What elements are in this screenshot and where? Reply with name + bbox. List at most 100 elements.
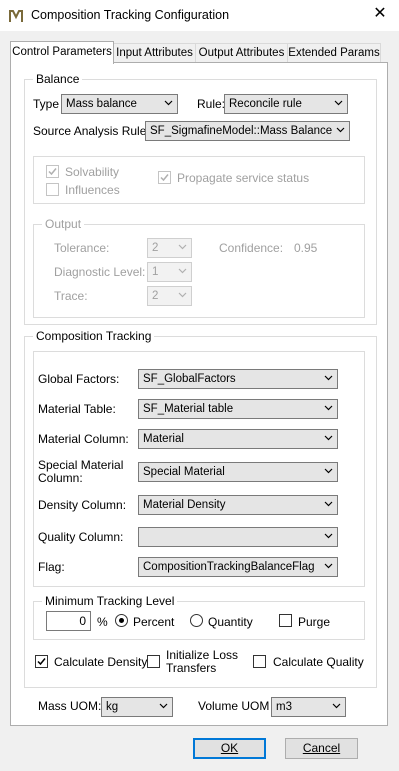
mass-uom-label: Mass UOM: bbox=[38, 699, 102, 713]
flag-value: CompositionTrackingBalanceFlag bbox=[143, 561, 315, 573]
purge-checkbox[interactable] bbox=[279, 614, 292, 627]
special-material-label: Special Material bbox=[38, 458, 124, 472]
density-column-label: Density Column: bbox=[38, 498, 127, 512]
tab-output-attributes[interactable]: Output Attributes bbox=[195, 43, 288, 63]
diagnostic-level-select[interactable]: 1 bbox=[147, 262, 192, 282]
trace-label: Trace: bbox=[54, 289, 88, 303]
material-table-label: Material Table: bbox=[38, 402, 116, 416]
rule-label: Rule: bbox=[197, 97, 226, 111]
calculate-quality-checkbox[interactable] bbox=[253, 655, 266, 668]
diagnostic-level-label: Diagnostic Level: bbox=[54, 265, 146, 279]
chevron-down-icon bbox=[159, 703, 168, 709]
quality-column-label: Quality Column: bbox=[38, 530, 124, 544]
influences-label: Influences bbox=[65, 183, 120, 197]
tolerance-select[interactable]: 2 bbox=[147, 238, 192, 258]
check-icon bbox=[37, 658, 46, 666]
chevron-down-icon bbox=[324, 501, 333, 507]
tab-extended-params[interactable]: Extended Params bbox=[287, 43, 381, 63]
type-label: Type bbox=[33, 97, 60, 111]
global-factors-select[interactable]: SF_GlobalFactors bbox=[138, 369, 338, 389]
tolerance-value: 2 bbox=[152, 242, 159, 254]
quality-column-select[interactable] bbox=[138, 527, 338, 547]
chevron-down-icon bbox=[178, 244, 187, 250]
confidence-value: 0.95 bbox=[294, 241, 318, 255]
propagate-checkbox[interactable] bbox=[158, 171, 171, 184]
special-material-select[interactable]: Special Material bbox=[138, 462, 338, 482]
volume-uom-value: m3 bbox=[276, 701, 292, 713]
volume-uom-select[interactable]: m3 bbox=[271, 697, 346, 717]
initialize-loss-label: Initialize Loss bbox=[166, 648, 239, 662]
percent-unit-label: % bbox=[97, 615, 108, 629]
rule-select[interactable]: Reconcile rule bbox=[224, 94, 348, 114]
chevron-down-icon bbox=[178, 268, 187, 274]
tolerance-label: Tolerance: bbox=[54, 241, 110, 255]
chevron-down-icon bbox=[324, 563, 333, 569]
radio-selected-dot bbox=[119, 618, 124, 623]
composition-tracking-group: Composition Tracking Global Factors: SF_… bbox=[24, 329, 377, 688]
composition-fields-subgroup: Global Factors: SF_GlobalFactors Materia… bbox=[33, 351, 365, 587]
calculate-quality-label: Calculate Quality bbox=[273, 655, 364, 669]
balance-legend: Balance bbox=[33, 72, 83, 86]
type-select[interactable]: Mass balance bbox=[61, 94, 178, 114]
quantity-label: Quantity bbox=[208, 615, 253, 629]
composition-tracking-legend: Composition Tracking bbox=[33, 329, 155, 343]
global-factors-value: SF_GlobalFactors bbox=[143, 373, 236, 385]
material-column-value: Material bbox=[143, 433, 184, 445]
tab-control-parameters[interactable]: Control Parameters bbox=[10, 41, 114, 64]
chevron-down-icon bbox=[324, 533, 333, 539]
solvability-checkbox[interactable] bbox=[46, 165, 59, 178]
material-table-value: SF_Material table bbox=[143, 403, 234, 415]
app-logo-icon bbox=[9, 10, 23, 22]
global-factors-label: Global Factors: bbox=[38, 372, 120, 386]
chevron-down-icon bbox=[334, 100, 343, 106]
chevron-down-icon bbox=[324, 405, 333, 411]
chevron-down-icon bbox=[178, 292, 187, 298]
cancel-button[interactable]: Cancel bbox=[285, 738, 358, 759]
tab-panel: Balance Type Mass balance Rule: Reconcil… bbox=[10, 62, 388, 726]
chevron-down-icon bbox=[164, 100, 173, 106]
cancel-button-label: Cancel bbox=[302, 741, 341, 755]
material-table-select[interactable]: SF_Material table bbox=[138, 399, 338, 419]
check-icon bbox=[160, 174, 169, 182]
material-column-label: Material Column: bbox=[38, 432, 129, 446]
minimum-tracking-level-input[interactable]: 0 bbox=[46, 611, 91, 631]
calculate-density-checkbox[interactable] bbox=[35, 655, 48, 668]
diagnostic-level-value: 1 bbox=[152, 266, 159, 278]
percent-radio[interactable] bbox=[115, 614, 128, 627]
initialize-loss-transfers-checkbox[interactable] bbox=[147, 655, 160, 668]
title-bar: Composition Tracking Configuration ✕ bbox=[0, 0, 399, 31]
close-icon: ✕ bbox=[373, 5, 387, 22]
quantity-radio[interactable] bbox=[190, 614, 203, 627]
calculate-density-label: Calculate Density bbox=[54, 655, 148, 669]
ok-button-label: OK bbox=[220, 741, 239, 755]
chevron-down-icon bbox=[324, 468, 333, 474]
output-legend: Output bbox=[42, 217, 85, 231]
source-analysis-rule-select[interactable]: SF_SigmafineModel::Mass Balance bbox=[145, 121, 350, 141]
tab-input-attributes[interactable]: Input Attributes bbox=[113, 43, 196, 63]
density-column-select[interactable]: Material Density bbox=[138, 495, 338, 515]
initialize-loss-label-line2: Transfers bbox=[166, 661, 217, 675]
output-group: Output Tolerance: 2 Confidence: 0.95 Dia… bbox=[33, 217, 365, 318]
rule-select-value: Reconcile rule bbox=[229, 98, 302, 110]
balance-group: Balance Type Mass balance Rule: Reconcil… bbox=[24, 72, 377, 325]
trace-select[interactable]: 2 bbox=[147, 286, 192, 306]
check-icon bbox=[48, 168, 57, 176]
mass-uom-select[interactable]: kg bbox=[101, 697, 173, 717]
chevron-down-icon bbox=[336, 127, 345, 133]
trace-value: 2 bbox=[152, 290, 159, 302]
material-column-select[interactable]: Material bbox=[138, 429, 338, 449]
influences-checkbox[interactable] bbox=[46, 183, 59, 196]
type-select-value: Mass balance bbox=[66, 98, 137, 110]
close-button[interactable]: ✕ bbox=[371, 5, 389, 23]
chevron-down-icon bbox=[332, 703, 341, 709]
flag-label: Flag: bbox=[38, 560, 65, 574]
percent-label: Percent bbox=[133, 615, 175, 629]
window-title: Composition Tracking Configuration bbox=[31, 8, 230, 22]
minimum-tracking-level-group: Minimum Tracking Level 0 % Percent Quant… bbox=[33, 594, 365, 640]
ok-button[interactable]: OK bbox=[193, 738, 266, 759]
mass-uom-value: kg bbox=[106, 701, 119, 713]
special-material-label-line2: Column: bbox=[38, 471, 83, 485]
chevron-down-icon bbox=[324, 435, 333, 441]
options-subgroup: Solvability Influences Propagate service… bbox=[33, 156, 365, 204]
flag-select[interactable]: CompositionTrackingBalanceFlag bbox=[138, 557, 338, 577]
